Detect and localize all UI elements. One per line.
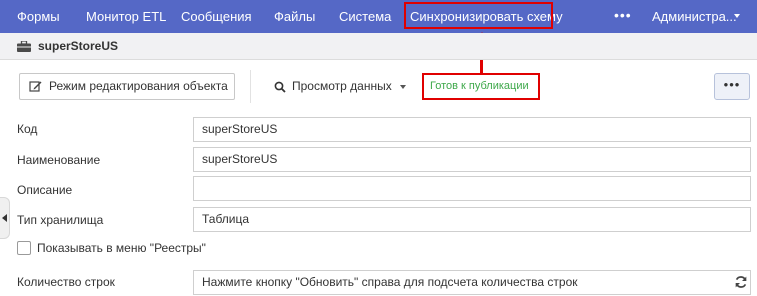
edit-mode-button[interactable]: Режим редактирования объекта xyxy=(19,73,235,100)
name-label: Наименование xyxy=(17,153,101,167)
show-in-registry-label: Показывать в меню "Реестры" xyxy=(37,241,206,255)
description-label: Описание xyxy=(17,183,73,197)
row-count-field: Нажмите кнопку "Обновить" справа для под… xyxy=(193,270,751,295)
nav-more-button[interactable]: ••• xyxy=(614,0,632,33)
top-navigation: Формы Монитор ETL Сообщения Файлы Систем… xyxy=(0,0,757,33)
more-actions-button[interactable]: ••• xyxy=(714,73,750,100)
nav-item-forms[interactable]: Формы xyxy=(17,0,60,33)
view-data-label: Просмотр данных xyxy=(292,79,392,93)
storage-type-label: Тип хранилища xyxy=(17,213,104,227)
code-field[interactable]: superStoreUS xyxy=(193,117,751,142)
user-menu-chevron-down-icon xyxy=(734,14,740,18)
chevron-left-icon xyxy=(2,214,7,222)
object-title-bar: superStoreUS xyxy=(0,33,757,60)
nav-item-etl-monitor[interactable]: Монитор ETL xyxy=(86,0,166,33)
object-title: superStoreUS xyxy=(38,39,119,53)
row-count-label: Количество строк xyxy=(17,275,115,289)
nav-item-system[interactable]: Система xyxy=(339,0,391,33)
nav-item-messages[interactable]: Сообщения xyxy=(181,0,252,33)
briefcase-icon xyxy=(17,41,31,52)
storage-type-field[interactable]: Таблица xyxy=(193,207,751,232)
refresh-icon[interactable] xyxy=(734,275,748,289)
chevron-down-icon xyxy=(400,85,406,89)
user-menu[interactable]: Администра... xyxy=(652,0,737,33)
toolbar-divider xyxy=(250,70,251,103)
sync-schema-highlight xyxy=(404,2,553,29)
edit-icon xyxy=(29,81,42,92)
nav-item-files[interactable]: Файлы xyxy=(274,0,315,33)
side-panel-toggle[interactable] xyxy=(0,197,10,239)
status-badge: Готов к публикации xyxy=(430,80,529,92)
edit-mode-label: Режим редактирования объекта xyxy=(49,79,228,93)
code-label: Код xyxy=(17,122,38,136)
description-field[interactable] xyxy=(193,176,751,201)
name-field[interactable]: superStoreUS xyxy=(193,147,751,172)
show-in-registry-checkbox[interactable] xyxy=(17,241,31,255)
search-icon xyxy=(274,81,286,93)
